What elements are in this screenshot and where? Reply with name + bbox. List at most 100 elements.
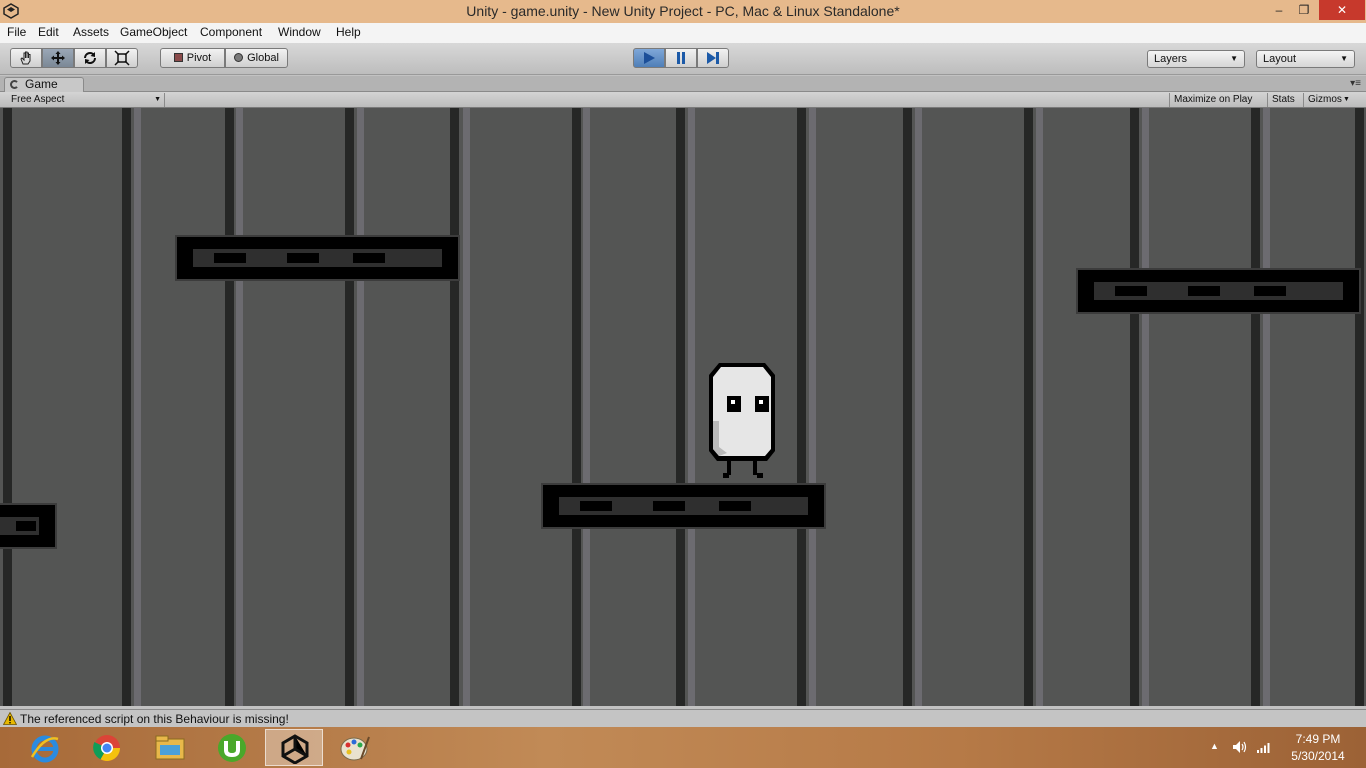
background-pillar xyxy=(688,108,695,706)
utorrent-icon xyxy=(218,734,246,762)
layout-label: Layout xyxy=(1263,53,1297,65)
background-pillar xyxy=(797,108,806,706)
gizmos-dropdown[interactable]: Gizmos ▼ xyxy=(1303,93,1352,107)
platform-dash xyxy=(1254,286,1286,296)
taskbar-clock[interactable]: 7:49 PM 5/30/2014 xyxy=(1278,731,1358,765)
minimize-button[interactable]: – xyxy=(1268,0,1290,20)
taskbar-file-explorer[interactable] xyxy=(141,729,199,766)
move-tool-button[interactable] xyxy=(42,48,74,68)
platform-inner xyxy=(0,517,39,535)
background-pillar xyxy=(676,108,685,706)
pause-button[interactable] xyxy=(665,48,697,68)
taskbar-paint[interactable] xyxy=(326,729,384,766)
taskbar-internet-explorer[interactable] xyxy=(16,729,74,766)
background-pillar xyxy=(903,108,912,706)
status-message: The referenced script on this Behaviour … xyxy=(20,712,289,726)
taskbar-utorrent[interactable] xyxy=(203,729,261,766)
platform-dash xyxy=(719,501,751,511)
platform-dash xyxy=(16,521,36,531)
platform-dash xyxy=(353,253,385,263)
volume-icon[interactable] xyxy=(1232,740,1248,754)
background-pillar xyxy=(450,108,459,706)
background-pillar xyxy=(236,108,243,706)
maximize-on-play-toggle[interactable]: Maximize on Play xyxy=(1169,93,1256,107)
rotate-icon xyxy=(84,52,96,64)
background-pillar xyxy=(1251,108,1260,706)
chrome-icon xyxy=(93,735,121,762)
taskbar-unity[interactable] xyxy=(265,729,323,766)
background-pillar xyxy=(1036,108,1043,706)
stats-toggle[interactable]: Stats xyxy=(1267,93,1299,107)
game-view[interactable] xyxy=(0,108,1366,706)
platform-inner xyxy=(1094,282,1343,300)
scale-icon xyxy=(114,50,130,66)
pivot-icon xyxy=(173,53,183,62)
global-toggle[interactable]: Global xyxy=(225,48,288,68)
background-pillar xyxy=(357,108,364,706)
global-label: Global xyxy=(247,52,279,64)
dropdown-arrow-icon: ▼ xyxy=(1340,54,1348,63)
panel-menu-icon[interactable]: ▾≡ xyxy=(1350,78,1361,89)
background-pillar xyxy=(134,108,141,706)
platform-dash xyxy=(1188,286,1220,296)
menu-help[interactable]: Help xyxy=(336,25,361,39)
platform-dash xyxy=(653,501,685,511)
rotate-tool-button[interactable] xyxy=(74,48,106,68)
background-pillar xyxy=(809,108,816,706)
platform-inner xyxy=(559,497,808,515)
background-pillar xyxy=(915,108,922,706)
scale-tool-button[interactable] xyxy=(106,48,138,68)
background-pillar xyxy=(345,108,354,706)
menu-file[interactable]: File xyxy=(7,25,26,39)
player-character xyxy=(709,363,775,478)
background-pillar xyxy=(3,108,12,706)
internet-explorer-icon xyxy=(30,735,59,763)
game-panel-tab-bar: Game ▾≡ xyxy=(0,76,1366,92)
menu-gameobject[interactable]: GameObject xyxy=(120,25,187,39)
taskbar-chrome[interactable] xyxy=(78,729,136,766)
step-button[interactable] xyxy=(697,48,729,68)
warning-icon xyxy=(3,712,17,725)
network-icon[interactable] xyxy=(1256,740,1272,754)
layout-dropdown[interactable]: Layout ▼ xyxy=(1256,50,1355,68)
aspect-dropdown[interactable]: Free Aspect ▼ xyxy=(5,93,165,107)
play-icon xyxy=(644,52,655,64)
menu-edit[interactable]: Edit xyxy=(38,25,59,39)
hand-icon xyxy=(20,51,31,65)
game-view-toolbar: Free Aspect ▼ Maximize on Play Stats Giz… xyxy=(0,92,1366,108)
unity-editor-window: Unity - game.unity - New Unity Project -… xyxy=(0,0,1366,768)
platform xyxy=(541,483,826,529)
background-pillar xyxy=(1355,108,1364,706)
layers-dropdown[interactable]: Layers ▼ xyxy=(1147,50,1245,68)
menu-component[interactable]: Component xyxy=(200,25,262,39)
title-bar: Unity - game.unity - New Unity Project -… xyxy=(0,0,1366,23)
platform-dash xyxy=(1115,286,1147,296)
hand-tool-button[interactable] xyxy=(10,48,42,68)
menu-window[interactable]: Window xyxy=(278,25,321,39)
move-arrows-icon xyxy=(51,51,65,65)
clock-time: 7:49 PM xyxy=(1295,732,1341,746)
tab-game-label: Game xyxy=(25,77,58,91)
close-button[interactable]: ✕ xyxy=(1319,0,1365,20)
tab-game[interactable]: Game xyxy=(4,77,84,92)
window-title: Unity - game.unity - New Unity Project -… xyxy=(466,3,900,19)
layers-label: Layers xyxy=(1154,53,1188,65)
platform-dash xyxy=(287,253,319,263)
aspect-label: Free Aspect xyxy=(11,94,65,105)
menu-assets[interactable]: Assets xyxy=(73,25,109,39)
maximize-button[interactable]: ❐ xyxy=(1293,0,1315,20)
show-hidden-icons-icon[interactable]: ▲ xyxy=(1210,741,1219,751)
pivot-label: Pivot xyxy=(186,52,212,64)
globe-icon xyxy=(234,53,244,62)
pivot-toggle[interactable]: Pivot xyxy=(160,48,225,68)
console-status-bar[interactable]: The referenced script on this Behaviour … xyxy=(0,709,1366,727)
platform xyxy=(1076,268,1361,314)
platform-dash xyxy=(580,501,612,511)
platform xyxy=(0,503,57,549)
platform xyxy=(175,235,460,281)
menu-bar: File Edit Assets GameObject Component Wi… xyxy=(0,23,1366,43)
dropdown-arrow-icon: ▼ xyxy=(1230,54,1238,63)
play-button[interactable] xyxy=(633,48,665,68)
dropdown-arrow-icon: ▼ xyxy=(154,96,161,103)
unity-icon xyxy=(281,734,309,764)
